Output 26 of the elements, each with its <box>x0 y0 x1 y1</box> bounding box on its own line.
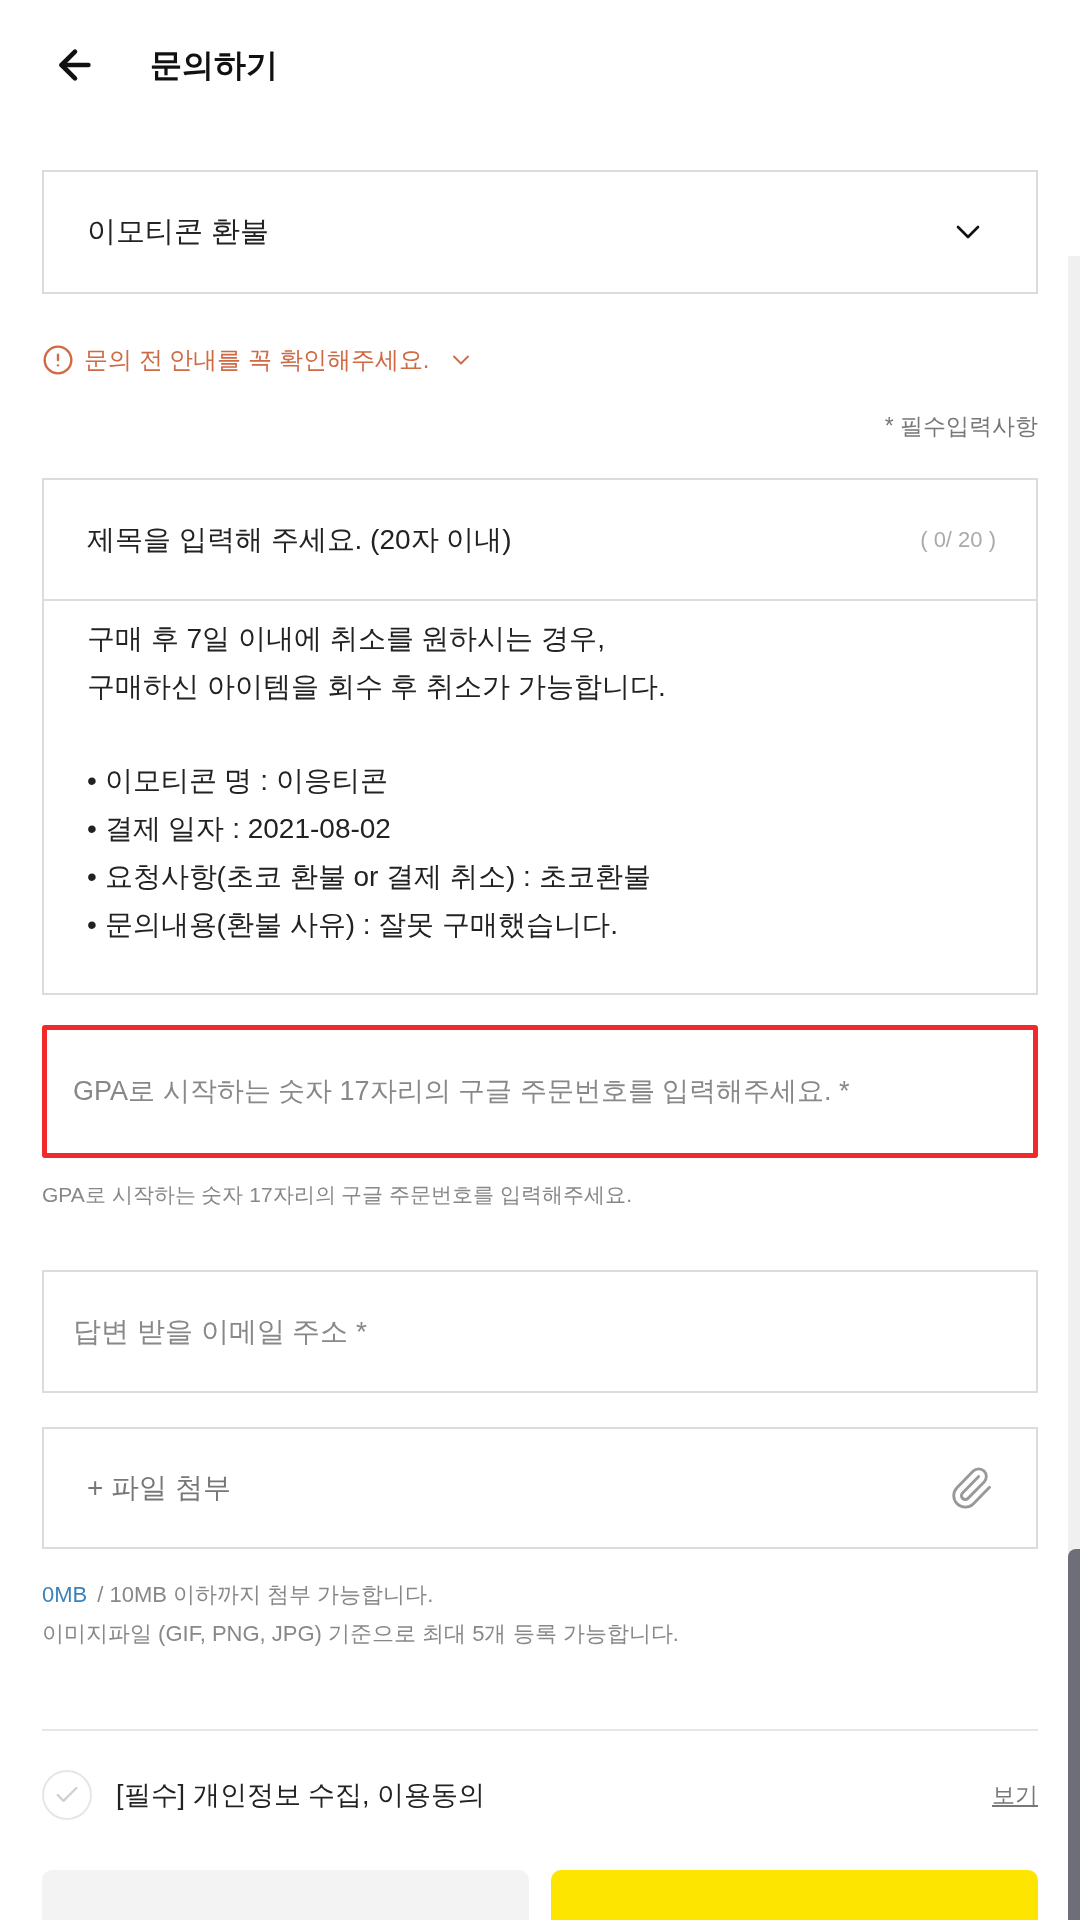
file-attach-button[interactable]: + 파일 첨부 <box>42 1427 1038 1549</box>
notice-toggle[interactable]: 문의 전 안내를 꼭 확인해주세요. <box>42 340 476 380</box>
view-link[interactable]: 보기 <box>992 1777 1038 1813</box>
message-field[interactable]: 구매 후 7일 이내에 취소를 원하시는 경우, 구매하신 아이템을 회수 후 취소가 가능합니다. • 이모티콘 명 : 이응티콘 • 결제 일자 : 2021-08-02 • 요청사항(초코 환불 or 결제 취소) : 초코환불 • 문의내용(환불 사유) : 잘못 구매했습니다. <box>44 601 1036 993</box>
helper-text: GPA로 시작하는 숫자 17자리의 구글 주문번호를 입력해주세요. <box>42 1182 632 1209</box>
bullet-line: • 이모티콘 명 : 이응티콘 <box>87 764 388 798</box>
page-title: 문의하기 <box>150 46 278 85</box>
required-note: * 필수입력사항 <box>884 412 1038 439</box>
file-size-used: 0MB <box>42 1581 88 1609</box>
bullet-line: • 결제 일자 : 2021-08-02 <box>87 812 391 846</box>
consent-checkbox[interactable] <box>42 1770 92 1820</box>
message-line: 구매하신 아이템을 회수 후 취소가 가능합니다. <box>87 670 666 704</box>
file-size-limit: / 10MB 이하까지 첨부 가능합니다. <box>97 1581 434 1609</box>
order-number-field[interactable]: GPA로 시작하는 숫자 17자리의 구글 주문번호를 입력해주세요. * <box>42 1025 1038 1158</box>
alert-icon <box>42 344 74 376</box>
subject-field[interactable]: 제목을 입력해 주세요. (20자 이내) <box>44 480 921 599</box>
primary-button[interactable] <box>551 1870 1038 1920</box>
file-rule-text: 이미지파일 (GIF, PNG, JPG) 기준으로 최대 5개 등록 가능합니다. <box>42 1620 679 1648</box>
bullet-line: • 문의내용(환불 사유) : 잘못 구매했습니다. <box>87 908 618 942</box>
email-field[interactable]: 답변 받을 이메일 주소 * <box>42 1270 1038 1393</box>
scrollbar-thumb[interactable] <box>1068 1549 1080 1920</box>
character-counter: ( 0/ 20 ) <box>920 526 996 554</box>
bullet-line: • 요청사항(초코 환불 or 결제 취소) : 초코환불 <box>87 860 651 894</box>
consent-label: [필수] 개인정보 수집, 이용동의 <box>116 1778 485 1812</box>
category-select[interactable]: 이모티콘 환불 <box>42 170 1038 294</box>
message-line: 구매 후 7일 이내에 취소를 원하시는 경우, <box>87 622 606 656</box>
